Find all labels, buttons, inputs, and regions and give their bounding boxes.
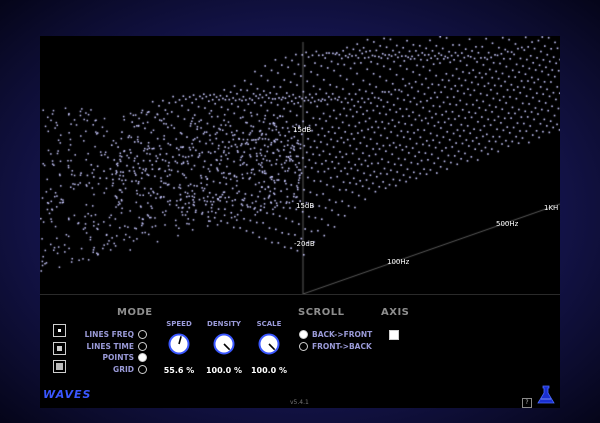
axis-checkbox[interactable]	[389, 330, 399, 340]
scale-value: 100.0 %	[250, 366, 288, 375]
scroll-back-front-radio[interactable]	[299, 330, 308, 339]
mode-option-points-radio[interactable]	[138, 353, 147, 362]
axis-title: AXIS	[381, 307, 410, 318]
mode-option-lines-freq-radio[interactable]	[138, 330, 147, 339]
version-label: v5.4.1	[290, 399, 309, 406]
axis-label-minus20db: -20dB	[294, 240, 315, 248]
spectrum-3d-display[interactable]	[40, 36, 560, 294]
scale-label: SCALE	[256, 320, 282, 328]
scroll-front-back-label: FRONT->BACK	[312, 342, 372, 351]
mode-option-grid-radio[interactable]	[138, 365, 147, 374]
axis-label-500hz: 500Hz	[496, 220, 519, 228]
panel-divider	[40, 294, 560, 295]
speed-value: 55.6 %	[163, 366, 195, 375]
axis-label-15db-upper: 15dB	[293, 126, 312, 134]
mode-option-lines-time-label: LINES TIME	[86, 342, 134, 351]
mode-option-lines-freq-label: LINES FREQ	[84, 330, 134, 339]
mode-option-points-label: POINTS	[102, 353, 134, 362]
axis-label-100hz: 100Hz	[387, 258, 410, 266]
density-knob[interactable]	[213, 333, 235, 355]
scroll-title: SCROLL	[298, 307, 345, 318]
waves-logo: WAVES	[43, 388, 92, 401]
speed-knob[interactable]	[168, 333, 190, 355]
scroll-front-back-radio[interactable]	[299, 342, 308, 351]
axis-label-15db-lower: 15dB	[296, 202, 315, 210]
scale-knob[interactable]	[258, 333, 280, 355]
plugin-panel: 15dB 15dB -20dB 100Hz 500Hz 1KH MODE LIN…	[40, 36, 560, 408]
mode-option-lines-time-radio[interactable]	[138, 342, 147, 351]
mode-option-grid-label: GRID	[113, 365, 134, 374]
waves-flask-icon[interactable]	[536, 385, 556, 405]
help-button[interactable]: ?	[522, 398, 532, 408]
speed-label: SPEED	[166, 320, 192, 328]
mode-title: MODE	[117, 307, 153, 318]
density-label: DENSITY	[207, 320, 241, 328]
density-value: 100.0 %	[205, 366, 243, 375]
scroll-back-front-label: BACK->FRONT	[312, 330, 373, 339]
axis-label-1khz: 1KH	[544, 204, 559, 212]
plugin-window-frame: 15dB 15dB -20dB 100Hz 500Hz 1KH MODE LIN…	[0, 0, 600, 423]
